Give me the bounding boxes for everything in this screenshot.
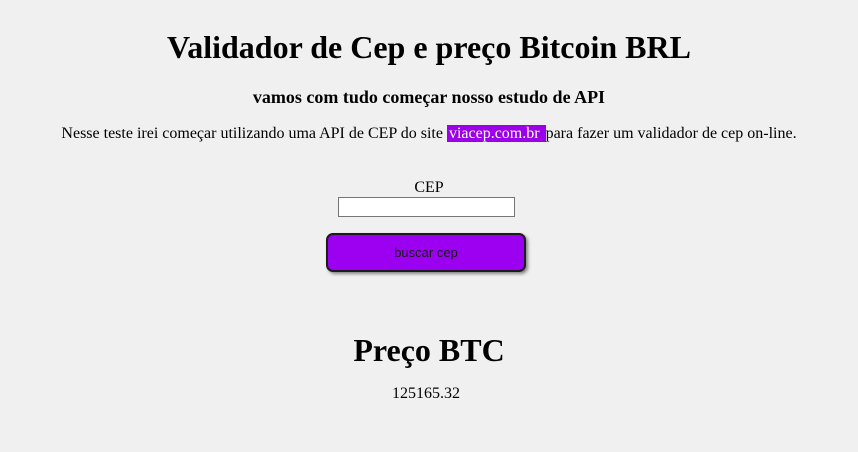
page-subtitle: vamos com tudo começar nosso estudo de A…: [252, 87, 606, 107]
btc-price-value: 125165.32: [392, 385, 460, 402]
buscar-cep-button[interactable]: buscar cep: [326, 233, 526, 272]
intro-text-after: para fazer um validador de cep on-line.: [545, 125, 797, 142]
intro-paragraph: Nesse teste irei começar utilizando uma …: [0, 124, 858, 144]
intro-text-before: Nesse teste irei começar utilizando uma …: [61, 125, 447, 142]
btc-title: Preço BTC: [353, 332, 505, 368]
viacep-link[interactable]: viacep.com.br: [446, 125, 546, 142]
cep-label: CEP: [414, 179, 444, 196]
page-title: Validador de Cep e preço Bitcoin BRL: [167, 29, 691, 65]
page: Validador de Cep e preço Bitcoin BRL vam…: [0, 0, 858, 452]
cep-input[interactable]: [338, 197, 515, 217]
